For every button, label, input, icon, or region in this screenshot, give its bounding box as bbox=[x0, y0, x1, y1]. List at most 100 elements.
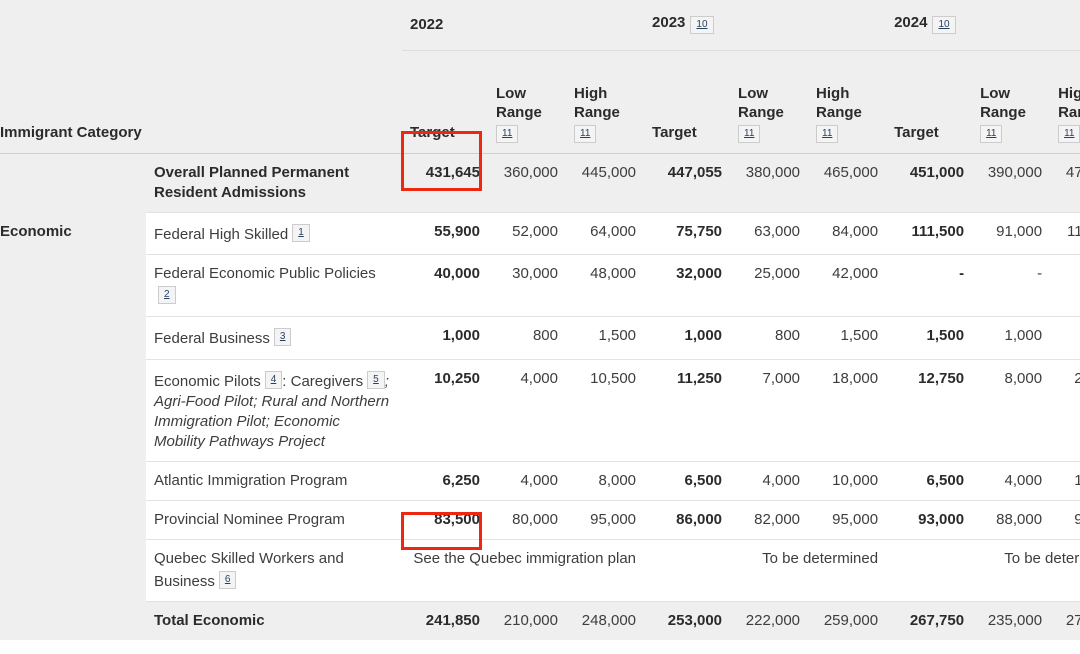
cell-fepp-2022-low: 30,000 bbox=[488, 254, 566, 317]
cell-total-2022-target: 241,850 bbox=[402, 601, 488, 641]
low-range-line1-2024: Low bbox=[980, 85, 1011, 103]
footnote-link-1[interactable]: 1 bbox=[292, 224, 310, 243]
cell-overall-2023-low: 380,000 bbox=[730, 152, 809, 213]
cell-quebec-2024-message: To be determined bbox=[886, 539, 1080, 602]
cell-fepp-2023-low: 25,000 bbox=[730, 254, 809, 317]
year-group-2023: 2023 10 bbox=[644, 0, 887, 51]
cell-aip-2024-high: 12,000 bbox=[1050, 460, 1080, 501]
row-label-provincial-nominee-program: Provincial Nominee Program bbox=[146, 500, 402, 540]
row-label-total-economic: Total Economic bbox=[146, 601, 402, 641]
category-cell-overall bbox=[0, 153, 146, 213]
cell-total-2024-target: 267,750 bbox=[886, 601, 973, 641]
cell-pnp-2022-high: 95,000 bbox=[566, 500, 645, 540]
cell-fepp-2022-high: 48,000 bbox=[566, 254, 645, 317]
cell-aip-2023-target: 6,500 bbox=[644, 460, 731, 501]
footnote-link-5[interactable]: 5 bbox=[367, 370, 385, 389]
cell-fb-2023-low: 800 bbox=[730, 316, 809, 360]
footnote-link-11-2022-high[interactable]: 11 bbox=[574, 125, 597, 143]
cell-ep-2023-target: 11,250 bbox=[644, 358, 731, 462]
cell-fhs-2023-high: 84,000 bbox=[808, 212, 887, 255]
low-range-line2-2023: Range bbox=[738, 104, 784, 122]
low-range-line1-2023: Low bbox=[738, 85, 769, 103]
cell-fepp-2023-high: 42,000 bbox=[808, 254, 887, 317]
high-range-line1-2023: High bbox=[816, 85, 850, 103]
cell-fepp-2022-target: 40,000 bbox=[402, 254, 488, 317]
cell-quebec-2023-message: To be determined bbox=[644, 539, 887, 602]
cell-pnp-2023-target: 86,000 bbox=[644, 500, 731, 540]
cell-fhs-2022-target: 55,900 bbox=[402, 212, 488, 255]
cell-total-2024-low: 235,000 bbox=[972, 601, 1051, 641]
cell-overall-2023-high: 465,000 bbox=[808, 152, 887, 213]
footnote-link-4[interactable]: 4 bbox=[264, 370, 283, 389]
row-label-text: Quebec Skilled Workers and Business bbox=[154, 550, 344, 591]
footnote-link-6[interactable]: 6 bbox=[218, 571, 237, 590]
cell-fb-2023-target: 1,000 bbox=[644, 316, 731, 360]
high-range-line2-2024: Range bbox=[1058, 104, 1080, 122]
cell-pnp-2023-high: 95,000 bbox=[808, 500, 887, 540]
footnote-link-11-2023-low[interactable]: 11 bbox=[738, 125, 761, 143]
cell-overall-2024-high: 475,000 bbox=[1050, 152, 1080, 213]
cell-ep-2024-target: 12,750 bbox=[886, 358, 973, 462]
high-range-line2-2023: Range bbox=[816, 104, 862, 122]
cell-fepp-2023-target: 32,000 bbox=[644, 254, 731, 317]
high-range-line1-2024: High bbox=[1058, 85, 1080, 103]
table-row-provincial-nominee-program: Provincial Nominee Program 83,500 80,000… bbox=[0, 500, 1080, 540]
cell-fhs-2023-target: 75,750 bbox=[644, 212, 731, 255]
table-row-overall: Overall Planned Permanent Resident Admis… bbox=[0, 152, 1080, 213]
header-2024-low-range: Low Range 11 bbox=[972, 50, 1051, 154]
footnote-link-3[interactable]: 3 bbox=[273, 328, 292, 347]
header-2024-high-range: High Range 11 bbox=[1050, 50, 1080, 154]
cell-overall-2023-target: 447,055 bbox=[644, 152, 731, 213]
cell-aip-2022-high: 8,000 bbox=[566, 460, 645, 501]
cell-ep-2024-high: 20,000 bbox=[1050, 358, 1080, 462]
cell-quebec-2022-message: See the Quebec immigration plan bbox=[402, 539, 645, 602]
cell-total-2022-high: 248,000 bbox=[566, 601, 645, 641]
footnote-link-11-2024-low[interactable]: 11 bbox=[980, 125, 1003, 143]
table-row-federal-business: Federal Business 3 1,000 800 1,500 1,000 … bbox=[0, 316, 1080, 360]
cell-pnp-2024-low: 88,000 bbox=[972, 500, 1051, 540]
cell-fepp-2024-low: - bbox=[972, 254, 1051, 317]
cell-fb-2022-target: 1,000 bbox=[402, 316, 488, 360]
category-cell-economic: Economic bbox=[0, 212, 146, 641]
header-2022-target: Target bbox=[402, 50, 488, 154]
header-2022-high-range: High Range 11 bbox=[566, 50, 645, 154]
header-target-label-2024: Target bbox=[894, 124, 939, 142]
cell-fhs-2024-target: 111,500 bbox=[886, 212, 973, 255]
cell-ep-2022-target: 10,250 bbox=[402, 358, 488, 462]
low-range-line2-2022: Range bbox=[496, 104, 542, 122]
year-header-spacer bbox=[0, 0, 402, 51]
year-group-2022: 2022 bbox=[402, 0, 645, 51]
cell-fepp-2024-target: - bbox=[886, 254, 973, 317]
footnote-link-2[interactable]: 2 bbox=[158, 286, 176, 305]
footnote-link-10-2024[interactable]: 10 bbox=[932, 16, 956, 34]
cell-ep-2022-low: 4,000 bbox=[488, 358, 566, 462]
row-label-text: Federal Economic Public Policies bbox=[154, 265, 376, 283]
footnote-link-11-2023-high[interactable]: 11 bbox=[816, 125, 839, 143]
row-label-federal-economic-public-policies: Federal Economic Public Policies 2 bbox=[146, 254, 402, 317]
cell-total-2024-high: 273,000 bbox=[1050, 601, 1080, 641]
year-label-2024: 2024 bbox=[894, 14, 928, 31]
cell-total-2023-low: 222,000 bbox=[730, 601, 809, 641]
row-label-text: Federal Business bbox=[154, 330, 270, 348]
cell-overall-2022-low: 360,000 bbox=[488, 152, 566, 213]
cell-fhs-2022-low: 52,000 bbox=[488, 212, 566, 255]
row-label-economic-pilots: Economic Pilots 4: Caregivers 5; Agri-Food… bbox=[146, 358, 402, 462]
cell-ep-2022-high: 10,500 bbox=[566, 358, 645, 462]
header-2022-low-range: Low Range 11 bbox=[488, 50, 566, 154]
footnote-link-10-2023[interactable]: 10 bbox=[690, 16, 714, 34]
row-label-atlantic-immigration-program: Atlantic Immigration Program bbox=[146, 460, 402, 501]
table-row-federal-economic-public-policies: Federal Economic Public Policies 2 40,000… bbox=[0, 254, 1080, 317]
footnote-link-11-2024-high[interactable]: 11 bbox=[1058, 125, 1080, 143]
cell-pnp-2022-low: 80,000 bbox=[488, 500, 566, 540]
row-label-overall: Overall Planned Permanent Resident Admis… bbox=[146, 152, 402, 213]
table-row-quebec-skilled-workers-and-business: Quebec Skilled Workers and Business 6 See… bbox=[0, 539, 1080, 602]
footnote-link-11-2022-low[interactable]: 11 bbox=[496, 125, 519, 143]
cell-ep-2023-low: 7,000 bbox=[730, 358, 809, 462]
header-2023-target: Target bbox=[644, 50, 731, 154]
cell-fhs-2023-low: 63,000 bbox=[730, 212, 809, 255]
row-label-federal-high-skilled: Federal High Skilled 1 bbox=[146, 212, 402, 255]
cell-fepp-2024-high: - bbox=[1050, 254, 1080, 317]
table-row-economic-pilots: Economic Pilots 4: Caregivers 5; Agri-Food… bbox=[0, 358, 1080, 462]
cell-aip-2023-high: 10,000 bbox=[808, 460, 887, 501]
header-2024-target: Target bbox=[886, 50, 973, 154]
